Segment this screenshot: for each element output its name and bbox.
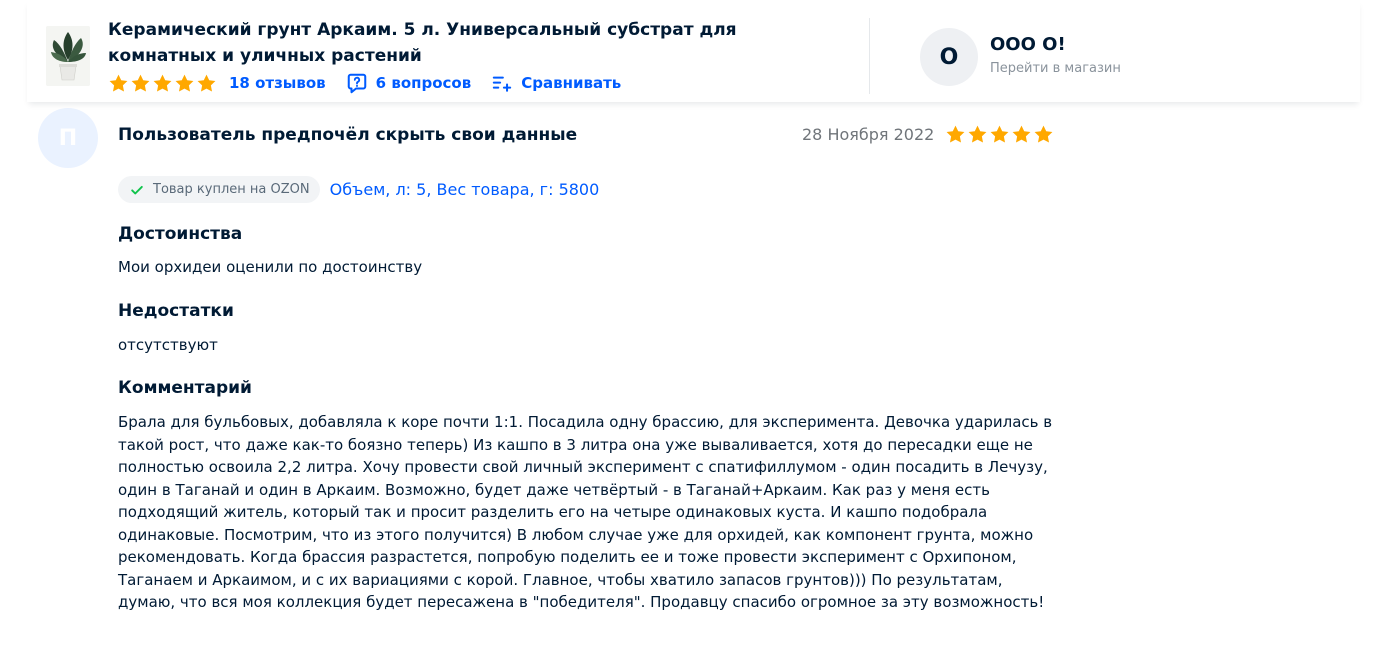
product-title[interactable]: Керамический грунт Аркаим. 5 л. Универса… xyxy=(108,17,848,69)
reviews-link[interactable]: 18 отзывов xyxy=(229,74,326,92)
shop-name[interactable]: ООО О! xyxy=(990,34,1066,55)
product-header: Керамический грунт Аркаим. 5 л. Универса… xyxy=(27,0,1360,102)
cons-text: отсутствуют xyxy=(118,336,218,354)
product-rating-stars[interactable] xyxy=(108,73,217,94)
star-icon xyxy=(197,74,216,92)
product-thumbnail[interactable] xyxy=(46,26,90,86)
questions-link[interactable]: 6 вопросов xyxy=(376,74,472,92)
user-avatar: П xyxy=(38,108,98,168)
star-icon xyxy=(1012,125,1031,143)
product-variant-link[interactable]: Объем, л: 5, Вес товара, г: 5800 xyxy=(330,180,600,199)
review-date: 28 Ноября 2022 xyxy=(802,125,935,144)
check-icon xyxy=(131,185,143,194)
purchased-badge-label: Товар куплен на OZON xyxy=(153,182,310,197)
star-icon xyxy=(1034,125,1053,143)
product-meta-row: 18 отзывов 6 вопросов Сравнивать xyxy=(108,71,621,95)
question-bubble-icon[interactable] xyxy=(346,72,368,94)
header-divider xyxy=(869,18,870,94)
star-icon xyxy=(131,74,150,92)
cons-title: Недостатки xyxy=(118,301,234,321)
pros-text: Мои орхидеи оценили по достоинству xyxy=(118,258,423,276)
star-icon xyxy=(946,125,965,143)
star-icon xyxy=(175,74,194,92)
review-rating-stars xyxy=(945,124,1054,145)
star-icon xyxy=(153,74,172,92)
compare-list-icon[interactable] xyxy=(491,72,513,94)
compare-link[interactable]: Сравнивать xyxy=(521,74,621,92)
comment-text: Брала для бульбовых, добавляла к коре по… xyxy=(118,413,1053,611)
comment-title: Комментарий xyxy=(118,378,252,398)
star-icon xyxy=(109,74,128,92)
review-author: Пользователь предпочёл скрыть свои данны… xyxy=(118,125,578,145)
pros-title: Достоинства xyxy=(118,224,243,244)
star-icon xyxy=(968,125,987,143)
star-icon xyxy=(990,125,1009,143)
plant-pot-image xyxy=(46,26,90,86)
go-to-shop-link[interactable]: Перейти в магазин xyxy=(990,61,1121,76)
purchased-badge: Товар куплен на OZON xyxy=(118,176,320,203)
shop-avatar[interactable]: О xyxy=(920,28,978,86)
review-badges: Товар куплен на OZON Объем, л: 5, Вес то… xyxy=(118,176,599,203)
